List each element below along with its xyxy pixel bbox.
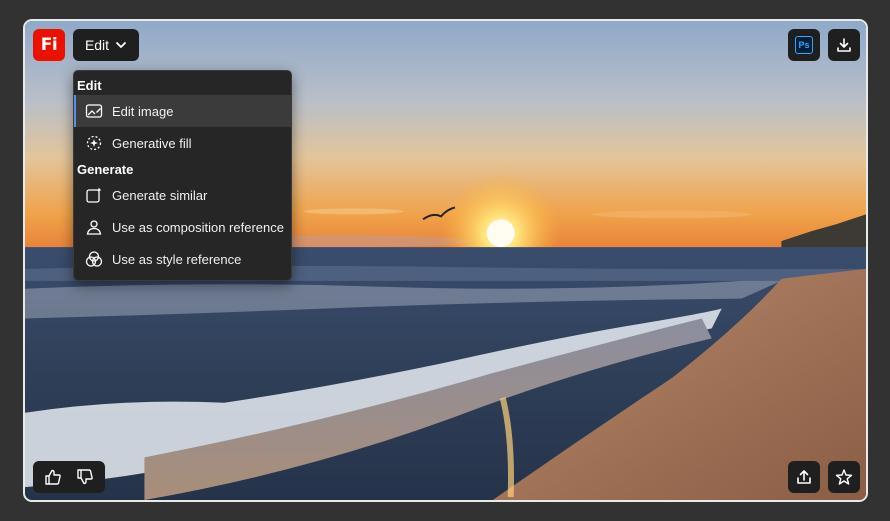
menu-section-generate: Generate (77, 162, 134, 177)
edit-dropdown-label: Edit (84, 37, 110, 53)
favorite-button[interactable] (828, 461, 860, 493)
menu-item-composition-reference[interactable]: Use as composition reference (74, 211, 291, 243)
menu-item-style-reference[interactable]: Use as style reference (74, 243, 291, 275)
thumbs-up-icon (45, 469, 61, 485)
download-button[interactable] (828, 29, 860, 61)
menu-item-label: Generative fill (112, 135, 192, 151)
firefly-logo[interactable]: Fi (33, 29, 65, 61)
feedback-group (33, 461, 105, 493)
edit-menu: Edit Edit image Generative fill Generate… (73, 70, 292, 281)
open-in-photoshop-button[interactable]: Ps (788, 29, 820, 61)
edit-dropdown-button[interactable]: Edit (73, 29, 139, 61)
share-button[interactable] (788, 461, 820, 493)
generative-fill-icon (86, 135, 102, 151)
style-reference-icon (85, 251, 103, 267)
menu-item-generative-fill[interactable]: Generative fill (74, 127, 291, 159)
menu-item-label: Use as composition reference (112, 219, 284, 235)
thumbs-down-button[interactable] (71, 463, 99, 491)
menu-item-edit-image[interactable]: Edit image (74, 95, 291, 127)
menu-item-label: Use as style reference (112, 251, 242, 267)
menu-item-label: Generate similar (112, 187, 208, 203)
composition-reference-icon (86, 220, 102, 235)
thumbs-down-icon (77, 469, 93, 485)
share-icon (797, 470, 811, 484)
thumbs-up-button[interactable] (39, 463, 67, 491)
chevron-down-icon (116, 42, 126, 48)
menu-item-label: Edit image (112, 103, 174, 119)
menu-section-edit: Edit (77, 78, 102, 93)
photoshop-icon: Ps (795, 36, 813, 54)
generate-similar-icon (86, 187, 102, 203)
star-icon (835, 469, 853, 485)
download-icon (837, 38, 851, 52)
edit-image-icon (85, 104, 103, 118)
image-card: Fi Edit Ps Edit Edit image Generative fi… (23, 19, 868, 502)
menu-item-generate-similar[interactable]: Generate similar (74, 179, 291, 211)
